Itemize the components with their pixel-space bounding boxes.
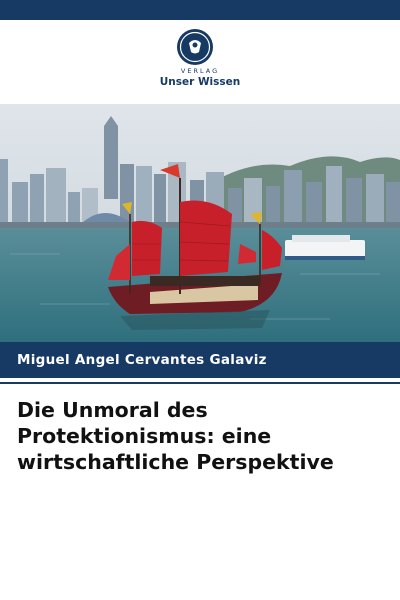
author-name: Miguel Angel Cervantes Galaviz [17, 352, 267, 368]
publisher-label: VERLAG [180, 67, 220, 75]
divider-line [0, 382, 400, 384]
publisher-name: Unser Wissen [159, 76, 241, 88]
top-color-band [0, 0, 400, 20]
publisher-logo-icon [177, 29, 213, 65]
junk-boat-harbor-image [0, 104, 400, 342]
author-band: Miguel Angel Cervantes Galaviz [0, 342, 400, 378]
book-title: Die Unmoral des Protektionismus: eine wi… [17, 398, 334, 474]
cover-photo [0, 104, 400, 342]
